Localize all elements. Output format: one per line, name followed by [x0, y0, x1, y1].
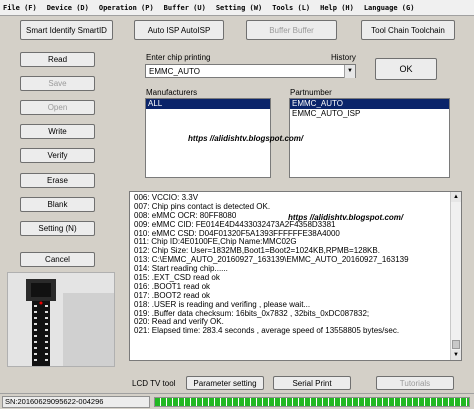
chip-printing-combo[interactable]: EMMC_AUTO ▼: [145, 64, 356, 78]
log-line: 006: VCCIO: 3.3V: [134, 194, 199, 202]
menu-help[interactable]: Help (H): [320, 4, 354, 12]
menu-file[interactable]: File (F): [3, 4, 37, 12]
partnumber-list[interactable]: EMMC_AUTO EMMC_AUTO_ISP: [289, 98, 450, 178]
menu-operation[interactable]: Operation (P): [99, 4, 154, 12]
log-line: 010: eMMC CSD: D04F01320F5A1393FFFFFFE38…: [134, 229, 340, 238]
log-line: 019: .Buffer data checksum: 16bits_0x783…: [134, 309, 370, 318]
buffer-button[interactable]: Buffer Buffer: [246, 20, 337, 40]
read-button[interactable]: Read: [20, 52, 95, 67]
blank-button[interactable]: Blank: [20, 197, 95, 212]
log-line: 020: Read and verify OK.: [134, 318, 224, 327]
auto-isp-button[interactable]: Auto ISP AutoISP: [134, 20, 224, 40]
save-button[interactable]: Save: [20, 76, 95, 91]
log-line: 017: .BOOT2 read ok: [134, 291, 211, 300]
watermark-text: https //alidishtv.blogspot.com/: [288, 213, 404, 222]
log-line: 016: .BOOT1 read ok: [134, 282, 211, 291]
menu-setting[interactable]: Setting (W): [216, 4, 262, 12]
menu-buffer[interactable]: Buffer (U): [164, 4, 206, 12]
parameter-setting-button[interactable]: Parameter setting: [186, 376, 264, 390]
chip-printing-value: EMMC_AUTO: [149, 67, 200, 76]
progress-fill: [155, 398, 469, 406]
chip-printing-label: Enter chip printing: [146, 53, 211, 62]
setting-button[interactable]: Setting (N): [20, 221, 95, 236]
programmer-device-image: [7, 272, 115, 367]
serial-number: SN:20160629095622-004296: [2, 396, 150, 408]
smart-identify-button[interactable]: Smart Identify SmartID: [20, 20, 113, 40]
serial-print-button[interactable]: Serial Print: [273, 376, 351, 390]
log-line: 013: C:\EMMC_AUTO_20160927_163139\EMMC_A…: [134, 256, 409, 265]
log-line: 009: eMMC CID: FE014E4D4433032473A2F4358…: [134, 220, 336, 229]
open-button[interactable]: Open: [20, 100, 95, 115]
history-label: History: [331, 53, 356, 62]
log-line: 007: Chip pins contact is detected OK.: [134, 202, 271, 211]
log-line: 012: Chip Size: User=1832MB,Boot1=Boot2=…: [134, 247, 380, 256]
progress-bar: [154, 397, 470, 407]
verify-button[interactable]: Verify: [20, 148, 95, 163]
scroll-thumb[interactable]: [452, 340, 460, 349]
log-line: 021: Elapsed time: 283.4 seconds , avera…: [134, 327, 400, 336]
partnumber-label: Partnumber: [290, 88, 332, 97]
watermark-text: https //alidishtv.blogspot.com/: [188, 134, 304, 143]
write-button[interactable]: Write: [20, 124, 95, 139]
scroll-up-icon[interactable]: ▲: [451, 192, 461, 202]
log-output[interactable]: 006: VCCIO: 3.3V 007: Chip pins contact i…: [129, 191, 462, 361]
chevron-down-icon[interactable]: ▼: [344, 65, 355, 78]
manufacturers-label: Manufacturers: [146, 88, 198, 97]
scroll-down-icon[interactable]: ▼: [451, 350, 461, 360]
log-line: 018: .USER is reading and verifing , ple…: [134, 300, 311, 309]
menu-bar: File (F) Device (D) Operation (P) Buffer…: [0, 0, 474, 16]
log-line: 011: Chip ID:4E0100FE,Chip Name:MMC02G: [134, 238, 297, 247]
menu-device[interactable]: Device (D): [47, 4, 89, 12]
erase-button[interactable]: Erase: [20, 173, 95, 188]
ok-button[interactable]: OK: [375, 58, 437, 80]
log-scrollbar[interactable]: ▲ ▼: [450, 192, 461, 360]
status-bar: SN:20160629095622-004296: [0, 393, 474, 409]
cancel-button[interactable]: Cancel: [20, 252, 95, 267]
partnumber-item[interactable]: EMMC_AUTO: [290, 99, 449, 109]
log-line: 015: .EXT_CSD read ok: [134, 274, 220, 283]
tool-chain-button[interactable]: Tool Chain Toolchain: [361, 20, 455, 40]
menu-language[interactable]: Language (G): [364, 4, 415, 12]
manufacturer-item[interactable]: ALL: [146, 99, 270, 109]
partnumber-item[interactable]: EMMC_AUTO_ISP: [290, 109, 449, 119]
lcd-tv-tool-label: LCD TV tool: [132, 379, 176, 388]
log-line: 014: Start reading chip......: [134, 265, 228, 274]
menu-tools[interactable]: Tools (L): [272, 4, 310, 12]
tutorials-button[interactable]: Tutorials: [376, 376, 454, 390]
